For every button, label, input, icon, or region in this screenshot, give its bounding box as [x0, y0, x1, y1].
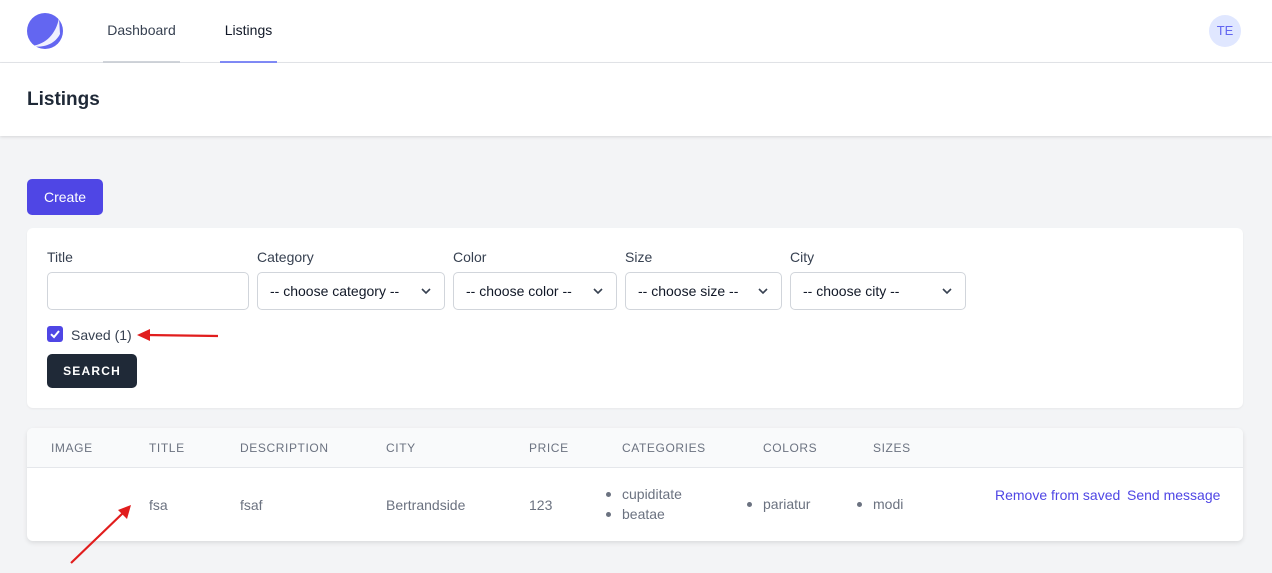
size-select[interactable]: -- choose size -- [625, 272, 782, 310]
row-colors-list: pariatur [747, 494, 810, 514]
size-select-value: -- choose size -- [638, 283, 739, 299]
size-item: modi [857, 494, 903, 514]
chevron-down-icon [421, 288, 431, 295]
column-header-price: PRICE [529, 441, 569, 455]
size-filter-label: Size [625, 249, 653, 265]
user-avatar[interactable]: TE [1209, 15, 1241, 47]
column-header-sizes: SIZES [873, 441, 911, 455]
row-price: 123 [529, 497, 553, 513]
category-item: beatae [606, 504, 682, 524]
city-select-value: -- choose city -- [803, 283, 900, 299]
search-button[interactable]: SEARCH [47, 354, 137, 388]
app-logo-icon[interactable] [26, 12, 64, 50]
title-filter-input[interactable] [47, 272, 249, 310]
color-select-value: -- choose color -- [466, 283, 572, 299]
category-select-value: -- choose category -- [270, 283, 400, 299]
city-select[interactable]: -- choose city -- [790, 272, 966, 310]
column-header-colors: COLORS [763, 441, 818, 455]
category-item: cupiditate [606, 484, 682, 504]
city-filter-label: City [790, 249, 815, 265]
nav-tab-dashboard[interactable]: Dashboard [103, 0, 180, 63]
chevron-down-icon [942, 288, 952, 295]
saved-checkbox-label[interactable]: Saved (1) [71, 327, 132, 343]
category-select[interactable]: -- choose category -- [257, 272, 445, 310]
row-categories-list: cupiditate beatae [606, 484, 682, 524]
remove-from-saved-link[interactable]: Remove from saved [995, 487, 1120, 503]
row-description: fsaf [240, 497, 263, 513]
category-filter-label: Category [257, 249, 314, 265]
title-filter-label: Title [47, 249, 73, 265]
row-sizes-list: modi [857, 494, 903, 514]
color-item: pariatur [747, 494, 810, 514]
color-select[interactable]: -- choose color -- [453, 272, 617, 310]
page-title: Listings [27, 89, 100, 110]
checkmark-icon [50, 330, 60, 339]
table-header: IMAGE TITLE DESCRIPTION CITY PRICE CATEG… [27, 428, 1243, 468]
column-header-description: DESCRIPTION [240, 441, 329, 455]
column-header-title: TITLE [149, 441, 185, 455]
listings-table: IMAGE TITLE DESCRIPTION CITY PRICE CATEG… [27, 428, 1243, 541]
column-header-image: IMAGE [51, 441, 93, 455]
top-navbar: Dashboard Listings TE [0, 0, 1272, 63]
column-header-city: CITY [386, 441, 416, 455]
filter-panel: Title Category -- choose category -- Col… [27, 228, 1243, 408]
page-header: Listings [0, 63, 1272, 136]
row-title: fsa [149, 497, 168, 513]
column-header-categories: CATEGORIES [622, 441, 706, 455]
color-filter-label: Color [453, 249, 487, 265]
create-button[interactable]: Create [27, 179, 103, 215]
chevron-down-icon [758, 288, 768, 295]
chevron-down-icon [593, 288, 603, 295]
nav-tab-listings[interactable]: Listings [220, 0, 277, 63]
send-message-link[interactable]: Send message [1127, 487, 1220, 503]
saved-checkbox[interactable] [47, 326, 63, 342]
row-city: Bertrandside [386, 497, 466, 513]
